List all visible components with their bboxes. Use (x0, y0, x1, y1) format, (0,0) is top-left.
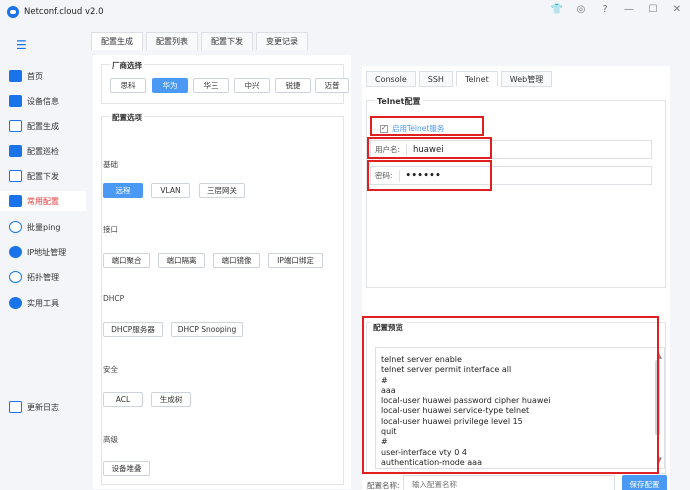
highlight-password (367, 160, 492, 191)
protocol-tabs: Console SSH Telnet Web管理 (366, 71, 553, 87)
vendor-huawei-button[interactable]: 华为 (152, 78, 188, 93)
sidebar: ☰ 首页 设备信息 配置生成 配置巡检 配置下发 常用配置 批量ping IP地… (0, 24, 86, 490)
home-grid-icon (9, 70, 22, 82)
section-dhcp-label: DHCP (103, 294, 125, 303)
sidebar-item-label: 配置下发 (27, 171, 59, 181)
vendor-box: 厂商选择 思科 华为 华三 中兴 锐捷 迈普 (101, 60, 349, 104)
right-panel: Console SSH Telnet Web管理 Telnet配置 启用Teln… (362, 66, 670, 490)
sidebar-item-ip-management[interactable]: IP地址管理 (0, 242, 86, 262)
common-config-icon (9, 195, 22, 207)
device-stacking-button[interactable]: 设备堆叠 (103, 461, 150, 476)
tab-config-list[interactable]: 配置列表 (146, 32, 198, 50)
sidebar-item-label: 实用工具 (27, 298, 59, 308)
cloud-logo-icon (7, 6, 19, 18)
port-isolation-button[interactable]: 端口隔离 (158, 253, 205, 268)
sidebar-item-topology[interactable]: 拓扑管理 (0, 267, 86, 287)
tab-change-log[interactable]: 变更记录 (256, 32, 308, 50)
tools-icon (9, 297, 22, 309)
left-panel: 厂商选择 思科 华为 华三 中兴 锐捷 迈普 配置选项 基础 远程 VLAN 三… (93, 55, 351, 489)
user-icon[interactable]: ◎ (574, 4, 588, 15)
vlan-button[interactable]: VLAN (151, 183, 190, 198)
minimize-icon[interactable]: — (622, 4, 636, 15)
vendor-zte-button[interactable]: 中兴 (234, 78, 270, 93)
sidebar-item-label: 更新日志 (27, 402, 59, 412)
sidebar-item-config-generate[interactable]: 配置生成 (0, 116, 86, 136)
main-content: 配置生成 配置列表 配置下发 变更记录 厂商选择 思科 华为 华三 中兴 锐捷 … (86, 24, 690, 490)
config-name-label: 配置名称: (367, 481, 400, 490)
title-bar: Netconf.cloud v2.0 👕 ◎ ? — ☐ ✕ (0, 0, 690, 24)
highlight-username (367, 137, 492, 159)
l3-gateway-button[interactable]: 三层网关 (199, 183, 245, 198)
tab-config-generate[interactable]: 配置生成 (91, 32, 143, 50)
remote-button[interactable]: 远程 (103, 183, 143, 198)
topology-icon (9, 271, 22, 283)
sidebar-item-batch-ping[interactable]: 批量ping (0, 217, 86, 237)
ping-icon (9, 221, 22, 233)
ip-icon (9, 246, 22, 258)
tab-telnet[interactable]: Telnet (455, 71, 498, 87)
telnet-config-title: Telnet配置 (375, 96, 423, 107)
help-icon[interactable]: ? (598, 4, 612, 15)
sidebar-item-config-deploy[interactable]: 配置下发 (0, 166, 86, 186)
shirt-icon[interactable]: 👕 (550, 4, 564, 15)
vendor-cisco-button[interactable]: 思科 (110, 78, 146, 93)
sidebar-item-label: 拓扑管理 (27, 272, 59, 282)
app-title: Netconf.cloud v2.0 (24, 7, 104, 17)
spanning-tree-button[interactable]: 生成树 (151, 392, 191, 407)
sidebar-item-label: IP地址管理 (27, 247, 67, 257)
sidebar-item-label: 配置生成 (27, 121, 59, 131)
config-options-box: 配置选项 (101, 112, 344, 485)
deploy-icon (9, 170, 22, 182)
sidebar-item-device-info[interactable]: 设备信息 (0, 91, 86, 111)
monitor-icon (9, 120, 22, 132)
highlight-enable (370, 116, 484, 136)
sidebar-item-label: 配置巡检 (27, 146, 59, 156)
config-options-title: 配置选项 (110, 112, 144, 123)
top-tabs: 配置生成 配置列表 配置下发 变更记录 (91, 32, 308, 50)
sidebar-item-changelog[interactable]: 更新日志 (0, 397, 86, 417)
config-name-input[interactable] (403, 475, 615, 490)
close-icon[interactable]: ✕ (670, 4, 684, 15)
device-info-icon (9, 95, 22, 107)
save-config-button[interactable]: 保存配置 (622, 475, 667, 490)
link-aggregation-button[interactable]: 端口聚合 (103, 253, 150, 268)
section-advanced-label: 高级 (103, 435, 118, 444)
vendor-ruijie-button[interactable]: 锐捷 (275, 78, 311, 93)
sidebar-item-label: 设备信息 (27, 96, 59, 106)
inspect-icon (9, 145, 22, 157)
tab-console[interactable]: Console (366, 71, 416, 87)
sidebar-item-label: 常用配置 (27, 196, 59, 206)
highlight-preview (362, 316, 659, 474)
section-basic-label: 基础 (103, 160, 118, 169)
sidebar-item-tools[interactable]: 实用工具 (0, 293, 86, 313)
sidebar-item-common-config[interactable]: 常用配置 (0, 191, 86, 211)
acl-button[interactable]: ACL (103, 392, 143, 407)
dhcp-server-button[interactable]: DHCP服务器 (103, 322, 163, 337)
tab-web-management[interactable]: Web管理 (500, 71, 553, 87)
tab-ssh[interactable]: SSH (418, 71, 453, 87)
section-interface-label: 接口 (103, 225, 118, 234)
vendor-maipu-button[interactable]: 迈普 (315, 78, 349, 93)
menu-collapse-icon[interactable]: ☰ (16, 38, 27, 52)
vendor-h3c-button[interactable]: 华三 (193, 78, 229, 93)
vendor-title: 厂商选择 (110, 60, 144, 71)
changelog-icon (9, 401, 22, 413)
maximize-icon[interactable]: ☐ (646, 4, 660, 15)
sidebar-item-label: 批量ping (27, 222, 61, 232)
sidebar-item-home[interactable]: 首页 (0, 66, 86, 86)
sidebar-item-config-inspect[interactable]: 配置巡检 (0, 141, 86, 161)
tab-config-deploy[interactable]: 配置下发 (201, 32, 253, 50)
ip-port-binding-button[interactable]: IP端口绑定 (268, 253, 323, 268)
sidebar-item-label: 首页 (27, 71, 43, 81)
section-security-label: 安全 (103, 365, 118, 374)
dhcp-snooping-button[interactable]: DHCP Snooping (171, 322, 243, 337)
port-mirror-button[interactable]: 端口镜像 (213, 253, 260, 268)
window-controls: 👕 ◎ ? — ☐ ✕ (550, 4, 684, 15)
